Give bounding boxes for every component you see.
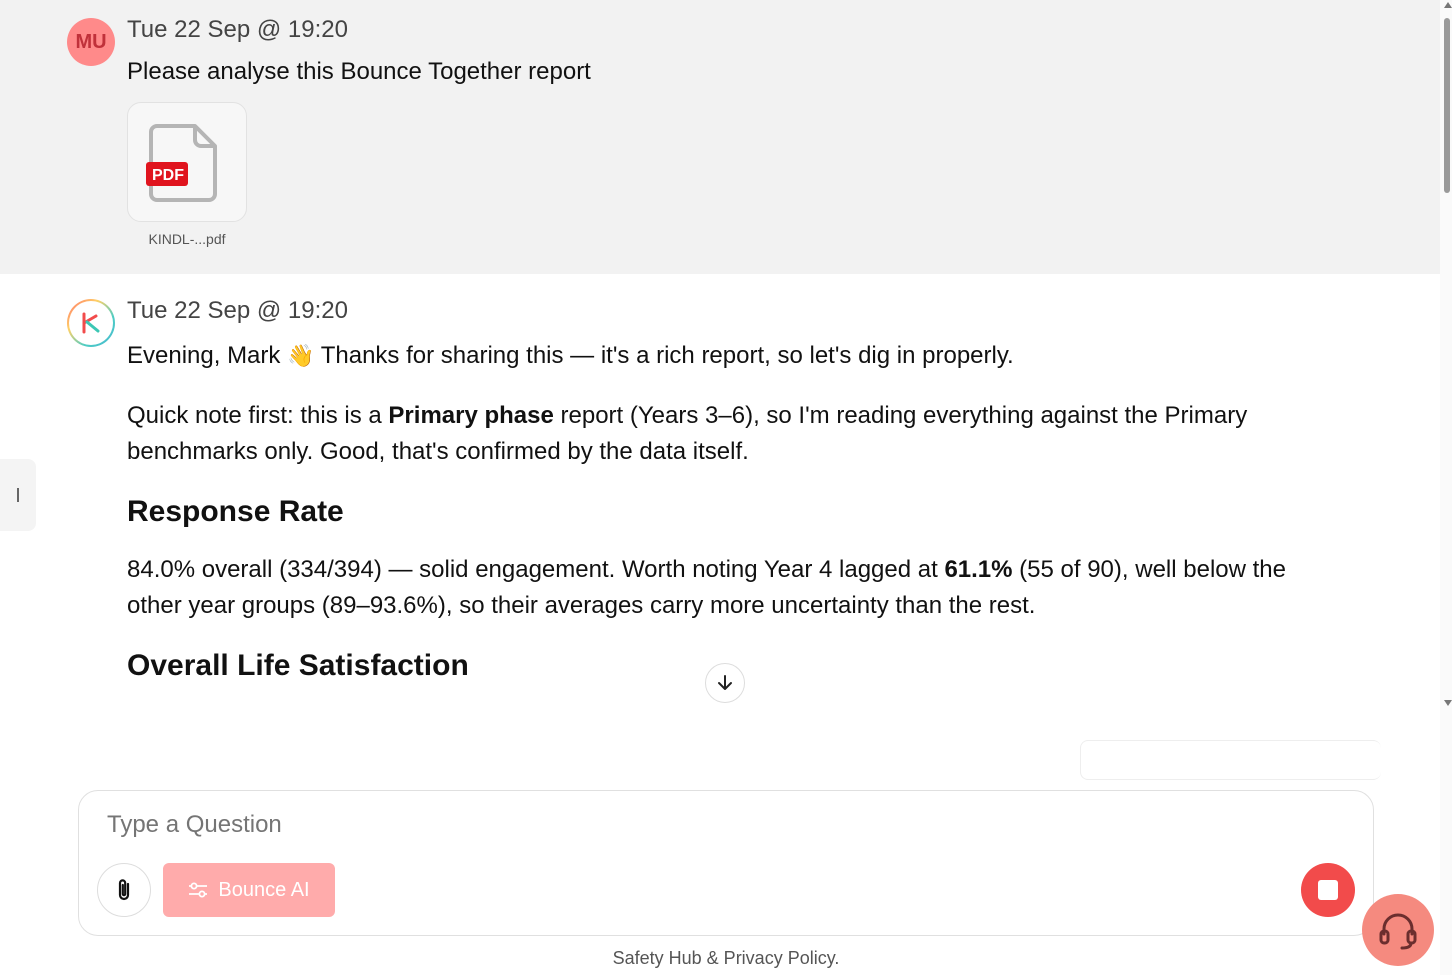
bounce-ai-mode-button[interactable]: Bounce AI — [163, 863, 335, 917]
scrollbar-thumb[interactable] — [1444, 18, 1450, 193]
heading-response-rate: Response Rate — [127, 495, 344, 528]
stop-icon — [1318, 880, 1338, 900]
user-message-timestamp: Tue 22 Sep @ 19:20 — [127, 16, 348, 43]
user-avatar: MU — [67, 18, 115, 66]
user-message-block: MU Tue 22 Sep @ 19:20 Please analyse thi… — [0, 0, 1440, 274]
ghost-panel — [1080, 740, 1381, 780]
pdf-type-badge: PDF — [152, 167, 184, 184]
footer-safety-privacy-link[interactable]: Safety Hub & Privacy Policy. — [0, 948, 1452, 969]
attach-file-button[interactable] — [97, 863, 151, 917]
sliders-icon — [189, 882, 208, 898]
question-input[interactable] — [107, 811, 1107, 839]
scroll-down-arrow-icon[interactable] — [1444, 700, 1452, 706]
bounce-ai-avatar — [67, 299, 115, 347]
ai-greeting: Evening, Mark 👋 Thanks for sharing this … — [127, 342, 1014, 369]
user-message-text: Please analyse this Bounce Together repo… — [127, 58, 591, 85]
bounce-ai-mode-label: Bounce AI — [218, 878, 310, 901]
ai-response-rate-text: 84.0% overall (334/394) — solid engageme… — [127, 556, 1286, 619]
attachment-filename: KINDL-...pdf — [148, 231, 226, 247]
ai-phase-note: Quick note first: this is a Primary phas… — [127, 402, 1248, 465]
scroll-up-arrow-icon[interactable] — [1444, 2, 1452, 8]
paperclip-icon — [118, 879, 130, 901]
scroll-to-bottom-button[interactable] — [705, 663, 745, 703]
headset-icon — [1379, 913, 1417, 950]
pdf-attachment[interactable]: PDF — [127, 102, 247, 222]
message-composer: Bounce AI — [78, 790, 1374, 936]
arrow-down-icon — [718, 675, 732, 690]
sidebar-toggle[interactable] — [0, 459, 36, 531]
stop-generation-button[interactable] — [1301, 863, 1355, 917]
pdf-file-icon — [146, 124, 217, 202]
sidebar-handle-icon — [17, 488, 19, 502]
ai-message-timestamp: Tue 22 Sep @ 19:20 — [127, 297, 348, 324]
wave-emoji-icon: 👋 — [287, 343, 315, 368]
page-scrollbar[interactable] — [1440, 0, 1452, 975]
bounce-logo-icon — [82, 312, 100, 334]
ai-message-body: Evening, Mark 👋 Thanks for sharing this … — [127, 338, 1347, 706]
